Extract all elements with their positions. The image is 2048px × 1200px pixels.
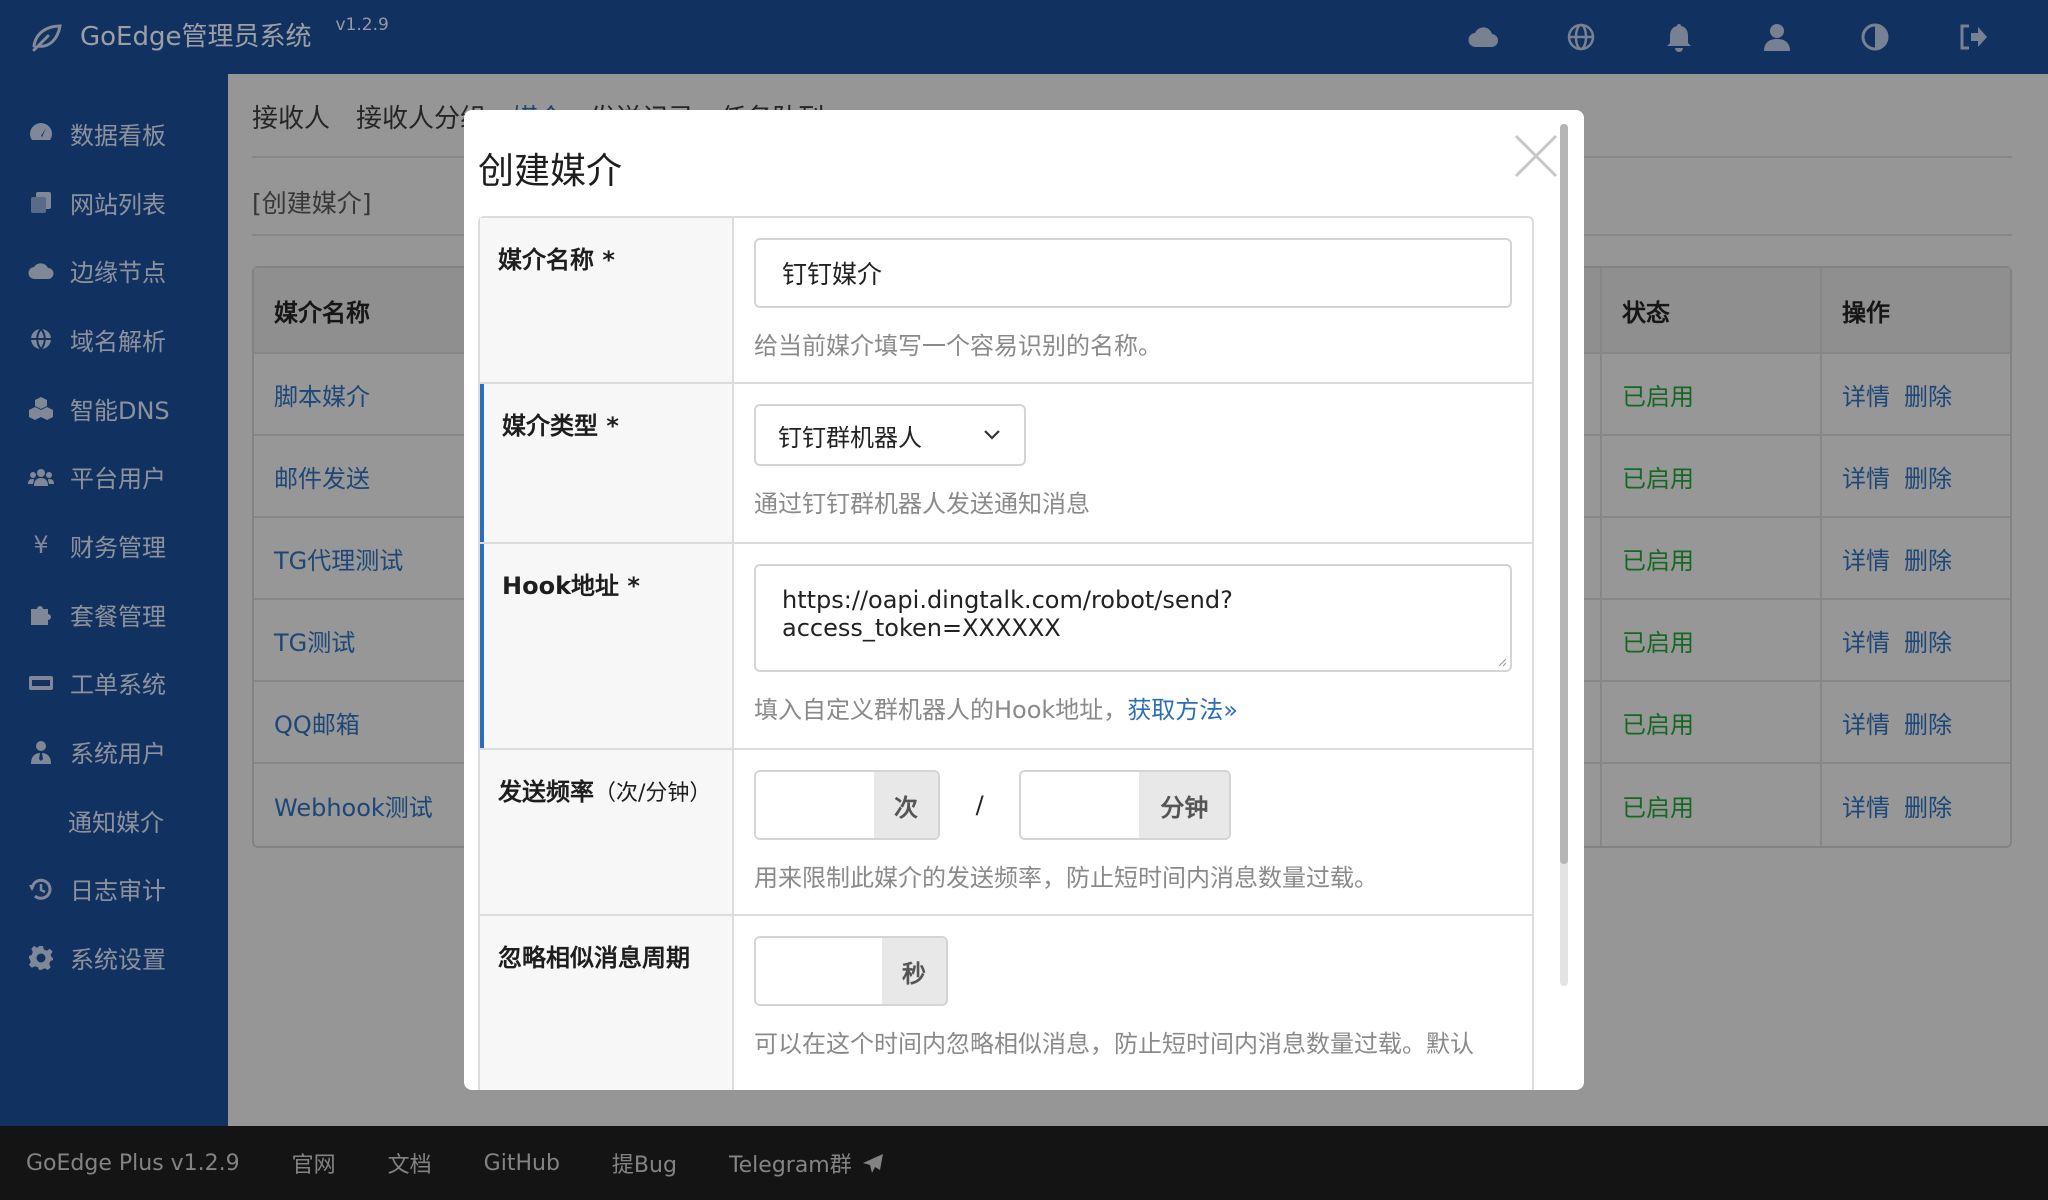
how-to-get-link[interactable]: 获取方法» [1127, 696, 1238, 724]
form-row-type: 媒介类型 * 钉钉群机器人 通过钉钉群机器人发送通知消息 [480, 384, 1532, 544]
hint-text: 填入自定义群机器人的Hook地址， [754, 696, 1128, 724]
field-hint: 通过钉钉群机器人发送通知消息 [754, 490, 1090, 518]
hook-url-textarea[interactable]: https://oapi.dingtalk.com/robot/send?acc… [754, 564, 1512, 672]
label-suffix: （次/分钟） [594, 781, 712, 806]
chevron-down-icon [984, 430, 1000, 440]
select-value: 钉钉群机器人 [778, 423, 922, 452]
rate-minute-input[interactable] [1021, 772, 1140, 838]
close-icon[interactable] [1510, 130, 1562, 182]
textarea-value: https://oapi.dingtalk.com/robot/send?acc… [782, 586, 1233, 642]
field-label: 发送频率（次/分钟） [480, 750, 734, 914]
ignore-period-input[interactable] [756, 938, 882, 1004]
field-hint: 用来限制此媒介的发送频率，防止短时间内消息数量过载。 [754, 864, 1378, 892]
create-media-modal: 创建媒介 媒介名称 * 钉钉媒介 给当前媒介填写一个容易识别的名称。 媒介类型 … [464, 110, 1584, 1090]
field-label: 忽略相似消息周期 [480, 916, 734, 1090]
form-row-name: 媒介名称 * 钉钉媒介 给当前媒介填写一个容易识别的名称。 [480, 218, 1532, 384]
field-hint: 填入自定义群机器人的Hook地址，获取方法» [754, 690, 1512, 725]
field-hint: 给当前媒介填写一个容易识别的名称。 [754, 332, 1162, 360]
field-label: 媒介名称 * [480, 218, 734, 382]
media-name-input[interactable]: 钉钉媒介 [754, 238, 1512, 308]
label-main: 发送频率 [498, 778, 594, 806]
rate-minute-group: 分钟 [1019, 770, 1232, 840]
modal-title: 创建媒介 [478, 151, 623, 192]
field-label: Hook地址 * [480, 544, 734, 748]
ignore-period-group: 秒 [754, 936, 948, 1006]
form-row-ignore: 忽略相似消息周期 秒 可以在这个时间内忽略相似消息，防止短时间内消息数量过载。默… [480, 916, 1532, 1090]
field-hint: 可以在这个时间内忽略相似消息，防止短时间内消息数量过载。默认 [754, 1030, 1474, 1058]
media-type-select[interactable]: 钉钉群机器人 [754, 404, 1026, 466]
rate-count-group: 次 [754, 770, 940, 840]
form-row-hook: Hook地址 * https://oapi.dingtalk.com/robot… [480, 544, 1532, 750]
rate-count-input[interactable] [756, 772, 874, 838]
form-row-rate: 发送频率（次/分钟） 次 / 分钟 用来限制此媒介的发送频率，防止短时间内消息数… [480, 750, 1532, 916]
field-label: 媒介类型 * [480, 384, 734, 542]
modal-scrollbar[interactable] [1560, 124, 1568, 986]
resize-handle-icon[interactable] [1497, 657, 1507, 667]
create-media-form: 媒介名称 * 钉钉媒介 给当前媒介填写一个容易识别的名称。 媒介类型 * 钉钉群… [478, 216, 1534, 1090]
addon-seconds: 秒 [882, 938, 946, 1004]
addon-count: 次 [874, 772, 938, 838]
rate-slash: / [975, 791, 984, 819]
scrollbar-thumb[interactable] [1560, 124, 1568, 864]
addon-minute: 分钟 [1139, 772, 1230, 838]
